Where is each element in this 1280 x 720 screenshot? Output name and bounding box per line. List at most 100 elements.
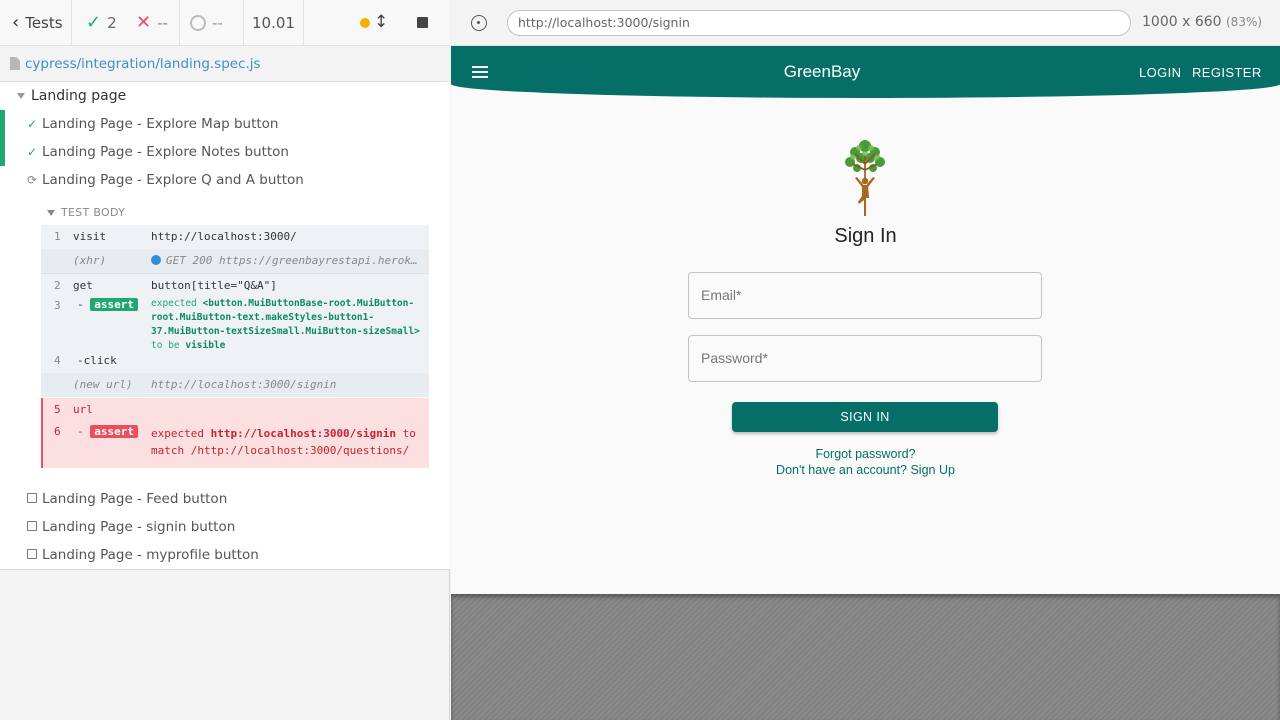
register-button[interactable]: REGISTER bbox=[1192, 65, 1262, 80]
command-dash: - bbox=[77, 425, 84, 438]
failed-count: ✕ -- bbox=[124, 0, 180, 46]
command-row[interactable]: 2 get button[title="Q&A"] bbox=[41, 273, 429, 297]
viewport-filler bbox=[451, 594, 1280, 720]
test-body-label: TEST BODY bbox=[61, 206, 126, 219]
xhr-status-icon bbox=[151, 255, 161, 265]
test-label: Landing Page - Explore Q and A button bbox=[42, 172, 304, 188]
command-number: 3 bbox=[54, 299, 61, 312]
url-bar[interactable]: http://localhost:3000/signin bbox=[507, 10, 1131, 36]
command-name: visit bbox=[73, 230, 107, 243]
check-icon: ✓ bbox=[26, 145, 38, 159]
assert-subject: http://localhost:3000/signin bbox=[210, 427, 397, 440]
crosshair-icon[interactable] bbox=[471, 15, 487, 31]
test-body-header[interactable]: TEST BODY bbox=[47, 206, 125, 219]
x-icon: ✕ bbox=[136, 12, 152, 33]
aut-header: http://localhost:3000/signin 1000 x 660 … bbox=[451, 0, 1280, 46]
assert-badge: assert bbox=[90, 425, 138, 438]
command-row[interactable]: 3 - assert expected <button.MuiButtonBas… bbox=[41, 297, 429, 351]
command-log: 1 visit http://localhost:3000/ (xhr) GET… bbox=[41, 225, 429, 468]
viewport-size: 1000 x 660 bbox=[1142, 14, 1222, 30]
app-bar: GreenBay LOGIN REGISTER bbox=[451, 46, 1280, 98]
command-message: GET 200 https://greenbayrestapi.herok… bbox=[151, 249, 418, 273]
viewport-info[interactable]: 1000 x 660 (83%) bbox=[1142, 14, 1262, 30]
tests-back-button[interactable]: ‹ Tests bbox=[0, 0, 72, 46]
spec-path[interactable]: cypress/integration/landing.spec.js bbox=[0, 46, 450, 82]
command-message: http://localhost:3000/signin bbox=[151, 378, 337, 391]
test-row[interactable]: Landing Page - myprofile button bbox=[0, 541, 450, 569]
signin-button[interactable]: SIGN IN bbox=[732, 402, 998, 432]
test-label: Landing Page - Feed button bbox=[42, 491, 228, 507]
command-row[interactable]: 4 -click bbox=[41, 349, 429, 373]
passed-bar bbox=[0, 138, 5, 166]
assert-expected: expected bbox=[151, 427, 204, 440]
xhr-message: GET 200 https://greenbayrestapi.herok… bbox=[166, 254, 418, 267]
duration: 10.01 bbox=[244, 0, 304, 46]
brand-title: GreenBay bbox=[783, 62, 861, 81]
assert-expected: expected bbox=[151, 298, 197, 309]
assert-tail: match /http://localhost:3000/questions/ bbox=[151, 444, 410, 457]
assert-message: expected <button.MuiButtonBase-root.MuiB… bbox=[151, 297, 421, 353]
passed-value: 2 bbox=[107, 13, 117, 32]
command-number: 2 bbox=[54, 279, 61, 292]
tests-label: Tests bbox=[25, 13, 63, 32]
command-name: -click bbox=[77, 354, 117, 367]
command-name: (xhr) bbox=[73, 254, 107, 267]
stop-icon[interactable] bbox=[417, 16, 428, 28]
command-row[interactable]: (xhr) GET 200 https://greenbayrestapi.he… bbox=[41, 249, 429, 273]
forgot-password-link[interactable]: Forgot password? bbox=[451, 447, 1280, 461]
checkbox-icon bbox=[26, 520, 38, 534]
error-bar bbox=[41, 398, 43, 468]
check-icon: ✓ bbox=[86, 12, 102, 33]
tree-logo bbox=[845, 140, 885, 216]
circle-icon bbox=[190, 14, 206, 31]
assert-badge: assert bbox=[90, 298, 138, 311]
test-label: Landing Page - Explore Notes button bbox=[42, 144, 289, 160]
assert-to: to bbox=[402, 427, 416, 440]
test-label: Landing Page - signin button bbox=[42, 519, 236, 535]
command-name: - assert bbox=[77, 298, 138, 311]
suite-title[interactable]: Landing page bbox=[17, 88, 126, 104]
login-button[interactable]: LOGIN bbox=[1139, 65, 1181, 80]
failed-value: -- bbox=[157, 13, 168, 32]
test-row[interactable]: ✓ Landing Page - Explore Notes button bbox=[0, 138, 450, 166]
command-message: http://localhost:3000/ bbox=[151, 230, 297, 243]
app-preview: GreenBay LOGIN REGISTER Sign In Email* P… bbox=[451, 46, 1280, 594]
page-title: Sign In bbox=[834, 225, 897, 247]
command-number: 5 bbox=[54, 403, 61, 416]
command-name: get bbox=[73, 279, 93, 292]
pending-count: -- bbox=[180, 0, 244, 46]
pending-value: -- bbox=[212, 13, 223, 32]
command-number: 1 bbox=[54, 230, 61, 243]
signup-link[interactable]: Don't have an account? Sign Up bbox=[451, 463, 1280, 477]
spec-path-label: cypress/integration/landing.spec.js bbox=[25, 55, 261, 72]
file-icon bbox=[10, 57, 20, 70]
caret-down-icon bbox=[17, 93, 25, 99]
caret-down-icon bbox=[47, 209, 55, 216]
checkbox-icon bbox=[26, 492, 38, 506]
suite-title-label: Landing page bbox=[31, 88, 127, 104]
command-row-failed[interactable]: 5 url bbox=[41, 398, 429, 422]
test-row[interactable]: Landing Page - signin button bbox=[0, 513, 450, 541]
checkbox-icon bbox=[26, 548, 38, 562]
run-controls: ↕ bbox=[304, 0, 450, 46]
stats-bar: ‹ Tests ✓ 2 ✕ -- -- 10.01 ↕ bbox=[0, 0, 450, 46]
runnables-list: Landing page ✓ Landing Page - Explore Ma… bbox=[0, 82, 450, 570]
refresh-icon: ⟳ bbox=[26, 173, 38, 187]
command-row[interactable]: 1 visit http://localhost:3000/ bbox=[41, 225, 429, 249]
password-field[interactable]: Password* bbox=[688, 335, 1042, 382]
test-row[interactable]: Landing Page - Feed button bbox=[0, 485, 450, 513]
arrows-icon[interactable]: ↕ bbox=[374, 12, 388, 32]
test-row[interactable]: ⟳ Landing Page - Explore Q and A button bbox=[0, 166, 450, 194]
check-icon: ✓ bbox=[26, 117, 38, 131]
viewport-scale: (83%) bbox=[1226, 15, 1263, 29]
test-label: Landing Page - myprofile button bbox=[42, 547, 259, 563]
command-number: 4 bbox=[54, 354, 61, 367]
command-name: url bbox=[73, 403, 93, 416]
email-field[interactable]: Email* bbox=[688, 272, 1042, 319]
test-row[interactable]: ✓ Landing Page - Explore Map button bbox=[0, 110, 450, 138]
reporter-panel: ‹ Tests ✓ 2 ✕ -- -- 10.01 ↕ cypress/inte… bbox=[0, 0, 450, 720]
command-row[interactable]: (new url) http://localhost:3000/signin bbox=[41, 373, 429, 397]
command-row-failed[interactable]: 6 - assert expected http://localhost:300… bbox=[41, 422, 429, 468]
test-label: Landing Page - Explore Map button bbox=[42, 116, 279, 132]
command-name: (new url) bbox=[73, 378, 133, 391]
